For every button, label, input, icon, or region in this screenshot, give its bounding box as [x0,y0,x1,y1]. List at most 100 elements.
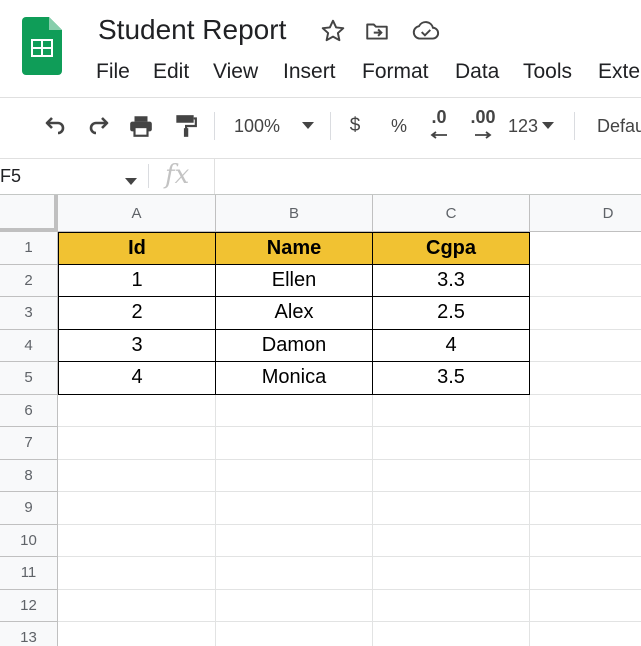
cell[interactable] [216,394,373,427]
cell[interactable] [373,524,530,557]
cell[interactable] [530,362,641,395]
cell[interactable] [216,557,373,590]
chevron-down-icon [302,117,315,135]
cell[interactable] [58,394,216,427]
row-header[interactable]: 5 [0,362,58,395]
cell[interactable] [216,524,373,557]
cell[interactable] [530,590,641,622]
menu-insert[interactable]: Insert [283,60,336,84]
document-title[interactable]: Student Report [98,14,286,46]
cell[interactable] [58,459,216,492]
row-header[interactable]: 1 [0,232,58,265]
menu-extensions[interactable]: Exte [598,60,640,84]
table-cell[interactable]: 3.5 [373,362,530,395]
cell[interactable] [530,460,641,492]
table-cell[interactable]: 4 [373,329,530,362]
row-header[interactable]: 7 [0,427,58,460]
row-header[interactable]: 2 [0,264,58,297]
name-box[interactable]: F5 [0,159,145,193]
cell[interactable] [58,622,216,646]
cell[interactable] [530,492,641,525]
zoom-select[interactable]: 100% [234,110,326,142]
cell[interactable] [373,492,530,525]
column-header-c[interactable]: C [373,195,530,232]
move-to-folder-icon[interactable] [364,18,390,44]
table-cell[interactable]: Damon [216,329,373,362]
cell[interactable] [216,427,373,460]
menu-tools[interactable]: Tools [523,60,572,84]
cell[interactable] [530,297,641,330]
row-header[interactable]: 8 [0,459,58,492]
row-header[interactable]: 9 [0,492,58,525]
cell[interactable] [216,492,373,525]
divider [0,97,641,98]
table-cell[interactable]: Alex [216,297,373,330]
cell[interactable] [530,395,641,427]
font-family-select[interactable]: Defau [597,110,641,142]
row-header[interactable]: 3 [0,297,58,330]
column-header-b[interactable]: B [216,195,373,232]
cell[interactable] [373,557,530,590]
cell[interactable] [530,232,641,265]
undo-icon[interactable] [38,110,72,142]
table-cell[interactable]: Ellen [216,264,373,297]
menu-view[interactable]: View [213,60,258,84]
cell[interactable] [373,394,530,427]
column-header-a[interactable]: A [58,195,216,232]
more-formats-select[interactable]: 123 [508,110,564,142]
table-header-cell[interactable]: Name [216,232,373,265]
column-header-d[interactable]: D [530,195,641,232]
table-cell[interactable]: 2 [58,297,216,330]
cell[interactable] [373,427,530,460]
paint-format-icon[interactable] [168,110,202,142]
cell[interactable] [58,492,216,525]
cell[interactable] [373,589,530,622]
row-header[interactable]: 4 [0,329,58,362]
row-header[interactable]: 13 [0,622,58,646]
table-cell[interactable]: 4 [58,362,216,395]
cell[interactable] [530,427,641,460]
cell[interactable] [530,265,641,297]
print-icon[interactable] [124,110,158,142]
cell[interactable] [58,557,216,590]
percent-format-button[interactable]: % [387,110,411,142]
menu-edit[interactable]: Edit [153,60,189,84]
cell[interactable] [58,427,216,460]
chevron-down-icon[interactable] [125,173,137,191]
menu-format[interactable]: Format [362,60,429,84]
cell[interactable] [216,589,373,622]
currency-format-button[interactable]: $ [343,110,367,142]
table-cell[interactable]: 3.3 [373,264,530,297]
row-header[interactable]: 11 [0,557,58,590]
row-header[interactable]: 6 [0,394,58,427]
table-cell[interactable]: 1 [58,264,216,297]
table-header-cell[interactable]: Id [58,232,216,265]
row-header[interactable]: 10 [0,524,58,557]
decrease-decimal-button[interactable]: .0 [424,108,454,142]
cell[interactable] [58,524,216,557]
cell[interactable] [373,622,530,646]
cell[interactable] [530,557,641,590]
cloud-saved-icon[interactable] [412,18,440,44]
cell[interactable] [530,330,641,362]
cell[interactable] [58,589,216,622]
table-cell[interactable]: Monica [216,362,373,395]
cell[interactable] [530,525,641,557]
select-all-corner[interactable] [0,195,58,232]
table-cell[interactable]: 3 [58,329,216,362]
redo-icon[interactable] [82,110,116,142]
row-header[interactable]: 12 [0,589,58,622]
increase-decimal-button[interactable]: .00 [466,108,500,142]
separator [214,159,215,194]
formula-input[interactable] [216,160,641,193]
star-icon[interactable] [320,18,346,44]
menu-data[interactable]: Data [455,60,499,84]
cell[interactable] [216,622,373,646]
menu-file[interactable]: File [96,60,130,84]
cell[interactable] [530,622,641,646]
table-cell[interactable]: 2.5 [373,297,530,330]
cell[interactable] [216,459,373,492]
cell[interactable] [373,459,530,492]
table-header-cell[interactable]: Cgpa [373,232,530,265]
sheets-logo-icon[interactable] [22,17,62,75]
